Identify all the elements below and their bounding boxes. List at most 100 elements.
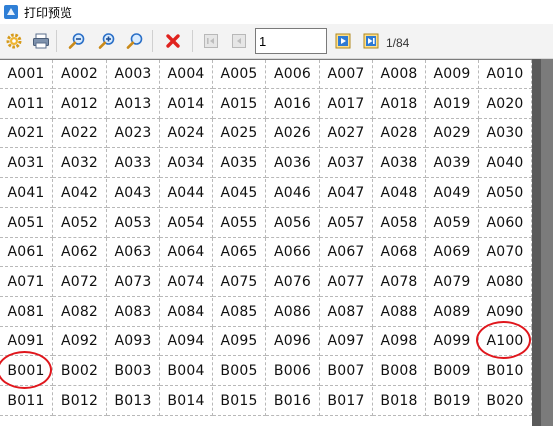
label-row: A001 A002 A003 A004 A005 A006 A007 A008 A009 A010: [0, 60, 532, 90]
label-cell: B019: [426, 386, 479, 416]
label-cell: A062: [53, 238, 107, 268]
label-cell: A089: [426, 297, 479, 327]
label-row: B001 B002 B003 B004 B005 B006 B007 B008 B009 B010: [0, 351, 532, 389]
window-title: 打印预览: [24, 5, 73, 20]
last-page-icon[interactable]: [360, 30, 382, 52]
label-cell: B017: [320, 386, 373, 416]
label-cell: A056: [266, 208, 320, 238]
label-cell: A061: [0, 238, 53, 268]
label-cell: A069: [426, 238, 479, 268]
label-cell: A033: [107, 149, 160, 179]
label-cell: A098: [373, 327, 426, 357]
label-cell: A046: [266, 178, 320, 208]
label-cell: A059: [426, 208, 479, 238]
label-cell: A076: [266, 267, 320, 297]
label-row: A041 A042 A043 A044 A045 A046 A047 A048 A049 A050: [0, 178, 532, 209]
label-cell: A081: [0, 297, 53, 327]
page-number-input[interactable]: [255, 28, 327, 54]
label-cell: A072: [53, 267, 107, 297]
label-cell: A025: [213, 119, 266, 149]
gear-icon[interactable]: [3, 30, 25, 52]
label-cell: A060: [479, 208, 532, 238]
label-cell: B018: [373, 386, 426, 416]
label-cell: A003: [107, 60, 160, 89]
label-cell: B006: [266, 357, 320, 386]
label-cell: B007: [320, 357, 373, 386]
label-row: B011 B012 B013 B014 B015 B016 B017 B018 B019 B020: [0, 386, 532, 417]
label-row: A081 A082 A083 A084 A085 A086 A087 A088 A089 A090: [0, 297, 532, 328]
toolbar-separator: [152, 30, 153, 52]
label-cell: A057: [320, 208, 373, 238]
zoom-fit-icon[interactable]: [124, 30, 146, 52]
close-icon[interactable]: [162, 30, 184, 52]
label-cell: A066: [266, 238, 320, 268]
label-cell: A079: [426, 267, 479, 297]
label-cell: A019: [426, 89, 479, 119]
label-cell: A017: [320, 89, 373, 119]
label-cell: B009: [426, 357, 479, 386]
label-cell: A001: [0, 60, 53, 89]
label-cell: A065: [213, 238, 266, 268]
label-cell: A050: [479, 178, 532, 208]
preview-area[interactable]: A001 A002 A003 A004 A005 A006 A007 A008 A009 A010…: [0, 59, 553, 426]
label-cell: B013: [107, 386, 160, 416]
label-row: A031 A032 A033 A034 A035 A036 A037 A038 A039 A040: [0, 149, 532, 179]
label-cell: A002: [53, 60, 107, 89]
label-cell: A087: [320, 297, 373, 327]
label-cell: A053: [107, 208, 160, 238]
label-cell: A014: [160, 89, 213, 119]
label-cell: A047: [320, 178, 373, 208]
printer-icon[interactable]: [30, 30, 52, 52]
label-cell: A004: [160, 60, 213, 89]
label-cell: A055: [213, 208, 266, 238]
toolbar-separator: [56, 30, 57, 52]
print-preview-window: 打印预览 1 1/84 A001 A002 A003 A004 A005 A00…: [0, 0, 553, 426]
label-cell: A039: [426, 149, 479, 179]
label-cell: B014: [160, 386, 213, 416]
label-cell: A040: [479, 149, 532, 179]
label-cell: A034: [160, 149, 213, 179]
label-cell: A054: [160, 208, 213, 238]
prev-page-icon[interactable]: [228, 30, 250, 52]
label-cell: B020: [479, 386, 532, 416]
label-cell: A038: [373, 149, 426, 179]
scrollbar-track[interactable]: [532, 59, 541, 426]
label-cell: A085: [213, 297, 266, 327]
label-cell: A023: [107, 119, 160, 149]
label-cell: A088: [373, 297, 426, 327]
label-cell: A043: [107, 178, 160, 208]
label-cell: B002: [53, 357, 107, 386]
label-cell: B011: [0, 386, 53, 416]
label-cell: A068: [373, 238, 426, 268]
label-cell: A009: [426, 60, 479, 89]
label-cell: A031: [0, 149, 53, 179]
label-cell: A051: [0, 208, 53, 238]
title-bar: 打印预览: [0, 0, 553, 24]
label-cell: A048: [373, 178, 426, 208]
label-cell: A029: [426, 119, 479, 149]
label-cell: A044: [160, 178, 213, 208]
label-cell: A084: [160, 297, 213, 327]
label-cell: A024: [160, 119, 213, 149]
label-cell: A073: [107, 267, 160, 297]
next-page-icon[interactable]: [332, 30, 354, 52]
label-cell: B005: [213, 357, 266, 386]
zoom-out-icon[interactable]: [66, 30, 88, 52]
label-cell: B015: [213, 386, 266, 416]
label-cell: A018: [373, 89, 426, 119]
first-page-icon[interactable]: [200, 30, 222, 52]
label-cell: A049: [426, 178, 479, 208]
label-cell: A022: [53, 119, 107, 149]
label-cell: A028: [373, 119, 426, 149]
label-cell: A078: [373, 267, 426, 297]
label-cell: A015: [213, 89, 266, 119]
label-cell: A097: [320, 327, 373, 357]
app-icon: [4, 5, 18, 19]
label-cell: A082: [53, 297, 107, 327]
label-cell: A027: [320, 119, 373, 149]
zoom-in-icon[interactable]: [96, 30, 118, 52]
label-cell: A012: [53, 89, 107, 119]
label-cell: B016: [266, 386, 320, 416]
label-cell: B012: [53, 386, 107, 416]
label-cell: A026: [266, 119, 320, 149]
